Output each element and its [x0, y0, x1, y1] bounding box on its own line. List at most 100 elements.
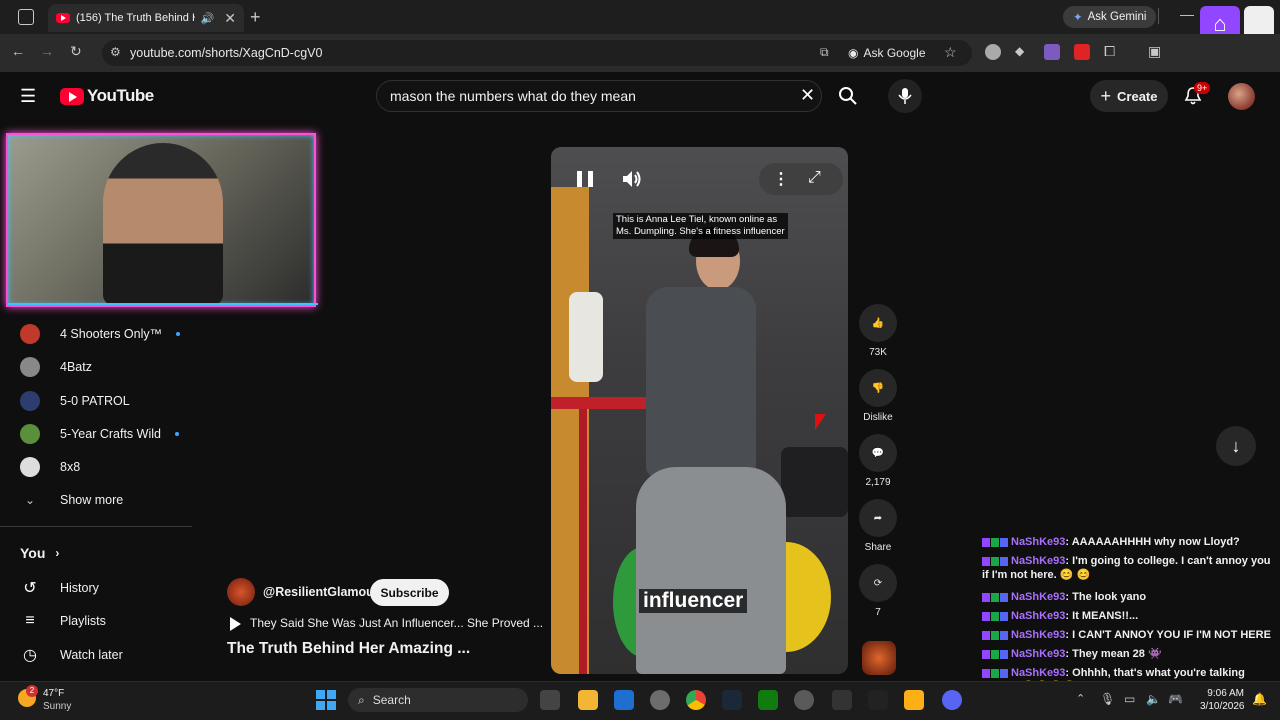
speaker-tray-icon[interactable]: 🔈	[1146, 692, 1161, 706]
remix-button[interactable]: ⟳ 7	[858, 564, 898, 618]
ask-gemini-button[interactable]: ✦ Ask Gemini	[1063, 6, 1157, 28]
sidebar-subscription-item[interactable]: 8x8	[20, 453, 80, 481]
url-field[interactable]: ⚙ youtube.com/shorts/XagCnD-cgV0 ⧉ ◉ Ask…	[102, 40, 972, 66]
remix-count: 7	[875, 607, 881, 618]
display-tray-icon[interactable]: ▭	[1124, 692, 1135, 706]
comments-button[interactable]: 💬 2,179	[858, 434, 898, 488]
create-button[interactable]: + Create	[1090, 80, 1168, 112]
channel-avatar-icon	[20, 457, 40, 478]
forward-icon[interactable]: →	[40, 43, 54, 59]
extensions-puzzle-icon[interactable]: ⧠	[1104, 43, 1115, 60]
install-app-icon[interactable]: ⧉	[820, 45, 829, 60]
show-more-label: Show more	[60, 493, 124, 507]
fullscreen-icon[interactable]: ⤢	[808, 169, 821, 187]
dislike-button[interactable]: 👎 Dislike	[858, 369, 898, 423]
sound-thumbnail[interactable]	[862, 641, 896, 675]
claw-app-icon[interactable]	[868, 690, 888, 710]
youtube-favicon-icon	[56, 13, 70, 23]
show-more-button[interactable]: ⌄ Show more	[20, 486, 123, 514]
clock[interactable]: 9:06 AM 3/10/2026	[1200, 687, 1245, 713]
clear-search-icon[interactable]: ✕	[800, 85, 815, 106]
ask-google-button[interactable]: ◉ Ask Google	[848, 46, 926, 60]
webcam-overlay	[6, 133, 318, 307]
chat-badges-icon	[982, 630, 1008, 640]
microphone-tray-icon[interactable]: 🎙	[1100, 692, 1115, 706]
next-video-button[interactable]: ↓	[1216, 426, 1256, 466]
playlist-title[interactable]: They Said She Was Just An Influencer... …	[250, 616, 543, 630]
like-button[interactable]: 👍 73K	[858, 304, 898, 358]
tray-chevron-icon[interactable]: ⌃	[1076, 692, 1085, 705]
new-tab-icon[interactable]: +	[250, 7, 261, 28]
controller-tray-icon[interactable]: 🎮	[1168, 692, 1183, 706]
comment-icon: 💬	[859, 434, 897, 472]
share-label: Share	[864, 542, 892, 553]
channel-name[interactable]: @ResilientGlamour	[263, 585, 379, 599]
person-leggings-shape	[636, 467, 786, 674]
you-label: You	[20, 545, 46, 561]
sidebar-subscription-item[interactable]: 4Batz	[20, 353, 92, 381]
task-view-icon[interactable]	[540, 690, 560, 710]
avatar[interactable]	[1228, 83, 1255, 110]
dislike-label: Dislike	[863, 412, 893, 423]
sidebar-subscription-item[interactable]: 5-0 PATROL	[20, 387, 130, 415]
pause-icon[interactable]	[577, 171, 593, 187]
windows-start-icon[interactable]	[316, 690, 336, 710]
youtube-logo[interactable]: YouTube	[60, 86, 154, 106]
search-button[interactable]	[830, 79, 866, 113]
search-icon: ⌕	[358, 692, 365, 707]
store-icon[interactable]	[614, 690, 634, 710]
weather-badge: 2	[26, 685, 38, 697]
comment-count: 2,179	[865, 477, 891, 488]
volume-button[interactable]	[621, 169, 643, 194]
you-section-header[interactable]: You ›	[20, 545, 59, 561]
sidebar-subscription-item[interactable]: 5-Year Crafts Wild	[20, 420, 179, 448]
file-explorer-icon[interactable]	[578, 690, 598, 710]
sidebar-item-history[interactable]: ↺ History	[20, 574, 99, 602]
steam-icon[interactable]	[722, 690, 742, 710]
site-info-icon[interactable]: ⚙	[110, 45, 121, 59]
ubisoft-icon[interactable]	[794, 690, 814, 710]
sidebar-subscription-item[interactable]: 4 Shooters Only™	[20, 320, 181, 348]
calculator-icon[interactable]	[832, 690, 852, 710]
sidebar-item-watch-later[interactable]: ◷ Watch later	[20, 641, 123, 669]
close-tab-icon[interactable]: ✕	[224, 10, 236, 27]
xbox-icon[interactable]	[758, 690, 778, 710]
voice-search-button[interactable]	[888, 79, 922, 113]
notifications-button[interactable]: 9+	[1184, 82, 1211, 111]
weather-widget[interactable]: 47°F Sunny	[43, 687, 71, 713]
back-icon[interactable]: ←	[11, 43, 25, 59]
twitch-extension-icon[interactable]	[1044, 44, 1060, 60]
extension-icon[interactable]	[985, 44, 1001, 60]
share-button[interactable]: ➦ Share	[858, 499, 898, 553]
search-query: mason the numbers what do they mean	[390, 88, 636, 104]
notifications-center-icon[interactable]: 🔔	[1252, 692, 1267, 706]
ask-gemini-label: Ask Gemini	[1087, 11, 1147, 23]
app-icon[interactable]	[650, 690, 670, 710]
video-title[interactable]: The Truth Behind Her Amazing ...	[227, 640, 470, 658]
side-panel-icon[interactable]: ▣	[1148, 43, 1161, 60]
chevron-right-icon: ›	[55, 546, 60, 560]
extension-diamond-icon[interactable]: ◆	[1015, 44, 1024, 58]
search-input[interactable]: mason the numbers what do they mean	[376, 80, 822, 112]
menu-icon[interactable]: ☰	[20, 86, 36, 107]
bookmark-star-icon[interactable]: ☆	[944, 44, 957, 61]
more-options-icon[interactable]: ⋮	[773, 169, 789, 189]
subscribe-button[interactable]: Subscribe	[370, 579, 449, 606]
minimize-icon[interactable]: —	[1180, 6, 1194, 22]
sidebar-item-playlists[interactable]: ≡ Playlists	[20, 607, 106, 635]
red-extension-icon[interactable]	[1074, 44, 1090, 60]
channel-avatar[interactable]	[227, 578, 255, 606]
shorts-video-player[interactable]: ⋮ ⤢ This is Anna Lee Tiel, known online …	[551, 147, 848, 674]
rockstar-icon[interactable]	[904, 690, 924, 710]
browser-tab[interactable]: (156) The Truth Behind Her 🔊 ✕	[48, 4, 244, 32]
webcam-glow-bottom	[8, 303, 318, 305]
weather-temp: 47°F	[43, 688, 65, 699]
taskbar-search[interactable]: ⌕ Search	[348, 688, 528, 712]
reload-icon[interactable]: ↻	[70, 43, 82, 60]
tab-title: (156) The Truth Behind Her	[76, 12, 195, 24]
discord-icon[interactable]	[942, 690, 962, 710]
tab-actions-icon[interactable]	[18, 9, 34, 25]
windows-taskbar	[0, 681, 1280, 720]
audio-playing-icon[interactable]: 🔊	[201, 12, 215, 25]
chrome-icon[interactable]	[686, 690, 706, 710]
